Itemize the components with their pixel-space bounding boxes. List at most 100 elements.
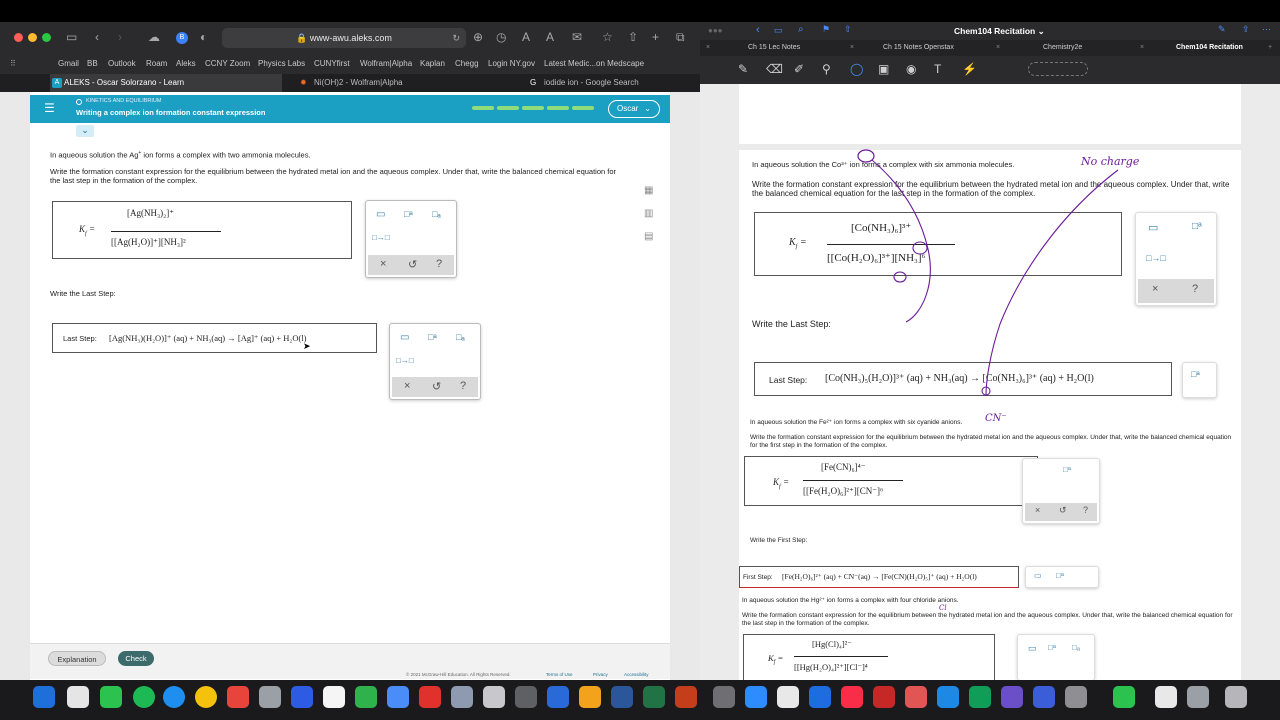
calculator-icon[interactable]: ▦: [644, 185, 653, 196]
podcast-icon[interactable]: [905, 686, 927, 708]
superscript-tool-icon[interactable]: □ᵃ: [428, 332, 437, 342]
web-icon[interactable]: [809, 686, 831, 708]
user-menu-button[interactable]: Oscar ⌄: [608, 100, 660, 118]
tab-wolfram[interactable]: ✹ Ni(OH)2 - Wolfram|Alpha: [300, 74, 524, 92]
system-prefs-icon[interactable]: [777, 686, 799, 708]
fav-wolfram[interactable]: Wolfram|Alpha: [360, 59, 412, 68]
notes-tab-2[interactable]: Ch 15 Notes Openstax: [883, 40, 954, 56]
export-icon[interactable]: ⇪: [1242, 24, 1250, 35]
bookmark-star-icon[interactable]: ☆: [602, 29, 613, 45]
zoom-icon[interactable]: [745, 686, 767, 708]
zoom-window-button[interactable]: [42, 33, 51, 42]
finder-icon[interactable]: [33, 686, 55, 708]
image-icon[interactable]: ▣: [878, 62, 889, 76]
messages-icon[interactable]: [100, 686, 122, 708]
search-icon[interactable]: ⌕: [798, 24, 804, 35]
fav-cunyfirst[interactable]: CUNYfirst: [314, 59, 350, 68]
address-bar[interactable]: 🔒 www-awu.aleks.com ↻: [222, 28, 466, 48]
tab-google[interactable]: Giodide ion - Google Search: [530, 74, 700, 92]
help-icon[interactable]: ?: [436, 258, 442, 270]
fav-ccny-zoom[interactable]: CCNY Zoom: [205, 59, 250, 68]
document-icon[interactable]: [1155, 686, 1177, 708]
notion-icon[interactable]: [323, 686, 345, 708]
collapse-chevron-icon[interactable]: ⌄: [76, 125, 94, 137]
arrow-tool-icon[interactable]: □→□: [396, 356, 414, 365]
periodic-table-icon[interactable]: ▤: [644, 231, 653, 242]
sidebar-icon[interactable]: ▭: [66, 29, 77, 45]
fav-bb[interactable]: BB: [87, 59, 98, 68]
clear-icon[interactable]: ×: [404, 380, 410, 392]
back-icon[interactable]: ‹: [95, 29, 99, 45]
terminal-icon[interactable]: [483, 686, 505, 708]
back-icon[interactable]: ‹: [756, 24, 760, 36]
photos-icon[interactable]: [227, 686, 249, 708]
close-tab-icon[interactable]: ×: [850, 40, 854, 56]
music-icon[interactable]: [841, 686, 863, 708]
close-tab-icon[interactable]: ×: [1140, 40, 1144, 56]
fav-gmail[interactable]: Gmail: [58, 59, 79, 68]
activity-icon[interactable]: [515, 686, 537, 708]
fav-aleks[interactable]: Aleks: [176, 59, 196, 68]
download-icon[interactable]: ⊕: [473, 29, 483, 45]
laser-pointer-icon[interactable]: ⚡: [962, 62, 977, 76]
notes-title[interactable]: Chem104 Recitation ⌄: [954, 26, 1045, 37]
settings-icon[interactable]: [1065, 686, 1087, 708]
bookmark-icon[interactable]: ⚑: [822, 24, 830, 35]
reader-icon[interactable]: A: [546, 29, 554, 45]
testflight-icon[interactable]: [937, 686, 959, 708]
keynote-icon[interactable]: [451, 686, 473, 708]
terms-link[interactable]: Terms of Use: [546, 672, 573, 677]
sidebar-icon[interactable]: ▭: [774, 25, 783, 36]
app-icon[interactable]: [1001, 686, 1023, 708]
books-icon[interactable]: [579, 686, 601, 708]
tab-overview-icon[interactable]: ⧉: [676, 29, 685, 45]
translate-icon[interactable]: A: [522, 29, 530, 45]
subscript-tool-icon[interactable]: □ₐ: [432, 209, 441, 219]
forward-icon[interactable]: ›: [118, 29, 122, 45]
chrome-icon[interactable]: [195, 686, 217, 708]
close-tab-icon[interactable]: ×: [996, 40, 1000, 56]
notes-tab-1[interactable]: Ch 15 Lec Notes: [748, 40, 800, 56]
minimize-window-button[interactable]: [28, 33, 37, 42]
shape-icon[interactable]: ◯: [850, 62, 863, 76]
close-window-button[interactable]: [14, 33, 23, 42]
superscript-tool-icon[interactable]: □ᵃ: [404, 209, 413, 219]
undo-icon[interactable]: ↺: [408, 258, 417, 271]
preview-icon[interactable]: [259, 686, 281, 708]
data-icon[interactable]: ▥: [644, 208, 653, 219]
fraction-tool-icon[interactable]: ▭: [400, 332, 409, 343]
share-icon[interactable]: ⇧: [844, 24, 852, 35]
spotify-icon[interactable]: [133, 686, 155, 708]
fav-physics-labs[interactable]: Physics Labs: [258, 59, 305, 68]
maps-icon[interactable]: [969, 686, 991, 708]
camera-icon[interactable]: ◉: [906, 62, 916, 76]
fav-chegg[interactable]: Chegg: [455, 59, 479, 68]
more-icon[interactable]: ⋯: [1262, 24, 1271, 35]
eraser-icon[interactable]: ⌫: [766, 62, 783, 76]
folder-icon[interactable]: [1187, 686, 1209, 708]
cloud-icon[interactable]: ☁: [148, 29, 160, 45]
clear-icon[interactable]: ×: [380, 258, 386, 270]
privacy-link[interactable]: Privacy: [593, 672, 608, 677]
share-icon[interactable]: ⇧: [628, 29, 638, 45]
extension-icon[interactable]: B: [176, 32, 188, 44]
evernote-icon[interactable]: [355, 686, 377, 708]
arrow-tool-icon[interactable]: □→□: [372, 233, 390, 242]
pen-icon[interactable]: ✎: [738, 62, 748, 76]
undo-icon[interactable]: ↺: [432, 380, 441, 393]
explanation-button[interactable]: Explanation: [48, 651, 106, 666]
fav-roam[interactable]: Roam: [146, 59, 167, 68]
text-icon[interactable]: T: [934, 62, 941, 76]
add-tab-icon[interactable]: +: [1268, 40, 1272, 56]
mail-icon[interactable]: ✉: [572, 29, 582, 45]
new-note-icon[interactable]: ✎: [1218, 24, 1226, 35]
tab-aleks[interactable]: A ALEKS - Oscar Solorzano - Learn: [50, 74, 282, 92]
accessibility-link[interactable]: Accessibility: [624, 672, 649, 677]
calendar-icon[interactable]: [67, 686, 89, 708]
menu-icon[interactable]: ☰: [44, 101, 55, 115]
app-store-icon[interactable]: [419, 686, 441, 708]
fav-kaplan[interactable]: Kaplan: [420, 59, 445, 68]
check-button[interactable]: Check: [118, 651, 154, 666]
notes-tab-4-active[interactable]: Chem104 Recitation: [1176, 40, 1243, 56]
notability-icon[interactable]: [387, 686, 409, 708]
